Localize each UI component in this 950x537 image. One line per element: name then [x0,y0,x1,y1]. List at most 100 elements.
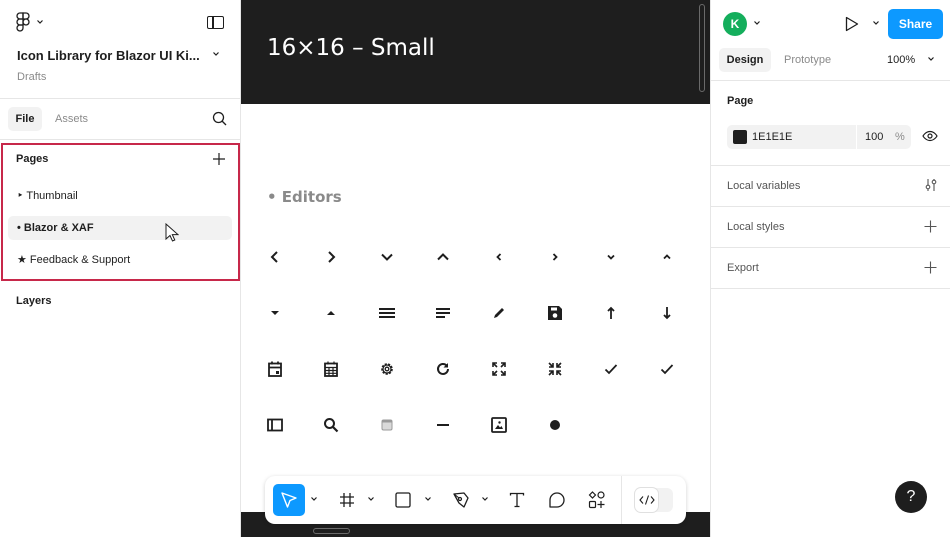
divider [856,125,857,149]
chevron-right-icon[interactable] [321,247,341,267]
save-icon[interactable] [545,303,565,323]
plus-icon[interactable] [924,261,937,274]
check-icon[interactable] [601,359,621,379]
zoom-level[interactable]: 100% [887,48,915,72]
menu-icon[interactable] [377,303,397,323]
layers-heading: Layers [16,295,52,307]
pen-tool-button[interactable] [445,484,477,516]
divider [0,98,240,99]
calendar-day-icon[interactable] [265,359,285,379]
page-item-feedback-support[interactable]: ★ Feedback & Support [8,248,232,272]
chevron-right-small-icon[interactable] [545,247,565,267]
tab-design[interactable]: Design [719,48,771,72]
export-heading[interactable]: Export [727,262,759,274]
page-item-blazor-xaf[interactable]: • Blazor & XAF [8,216,232,240]
expand-icon[interactable] [489,359,509,379]
dev-mode-knob [635,488,658,512]
chevron-down-icon[interactable] [211,50,221,58]
vertical-scrollbar[interactable] [699,4,705,92]
align-left-icon[interactable] [433,303,453,323]
image-icon[interactable] [489,415,509,435]
dev-mode-toggle[interactable] [635,488,673,512]
pencil-icon[interactable] [489,303,509,323]
figma-app: Icon Library for Blazor UI Ki... Drafts … [0,0,950,537]
section-label: • Editors [267,188,342,206]
rectangle-tool-button[interactable] [387,484,419,516]
canvas[interactable]: 16×16 – Small • Editors [241,0,710,537]
dot-icon[interactable] [545,415,565,435]
chevron-down-icon[interactable] [424,496,432,502]
text-tool-button[interactable] [501,484,533,516]
chevron-down-icon [37,20,43,24]
toggle-sidebar-icon[interactable] [207,16,224,29]
caret-up-icon[interactable] [321,303,341,323]
chevron-down-icon[interactable] [367,496,375,502]
figma-logo-icon [16,12,30,32]
file-title[interactable]: Icon Library for Blazor UI Ki... [17,48,200,63]
file-location[interactable]: Drafts [17,71,46,83]
plus-icon[interactable] [924,220,937,233]
main-menu-button[interactable] [16,12,44,32]
tab-prototype[interactable]: Prototype [784,48,831,72]
search-icon[interactable] [212,111,227,126]
sliders-icon[interactable] [924,178,938,192]
add-page-icon[interactable] [212,152,226,166]
local-styles-heading[interactable]: Local styles [727,221,784,233]
color-swatch[interactable] [733,130,747,144]
pages-heading: Pages [16,153,49,165]
chevron-left-small-icon[interactable] [489,247,509,267]
share-button[interactable]: Share [888,9,943,39]
chevron-down-small-icon[interactable] [601,247,621,267]
move-tool-button[interactable] [273,484,305,516]
local-variables-heading[interactable]: Local variables [727,180,800,192]
chevron-down-icon[interactable] [377,247,397,267]
present-play-icon[interactable] [844,16,860,32]
chevron-down-icon[interactable] [927,56,935,62]
refresh-icon[interactable] [433,359,453,379]
frame-tool-button[interactable] [331,484,363,516]
chevron-up-small-icon[interactable] [657,247,677,267]
tab-assets[interactable]: Assets [55,107,88,131]
page-fill-row[interactable]: 1E1E1E 100 % [727,125,911,149]
divider [711,288,950,289]
chevron-down-icon[interactable] [310,496,318,502]
pen-icon [453,492,469,508]
calendar-icon[interactable] [321,359,341,379]
eye-icon[interactable] [922,130,938,142]
shapes-plus-icon [588,491,605,509]
help-button[interactable]: ? [895,481,927,513]
left-sidebar: Icon Library for Blazor UI Ki... Drafts … [0,0,241,537]
window-icon[interactable] [377,415,397,435]
gear-icon[interactable] [377,359,397,379]
chevron-down-icon[interactable] [753,20,761,26]
caret-down-icon[interactable] [265,303,285,323]
frame-header: 16×16 – Small [241,0,710,104]
move-cursor-icon [281,492,297,508]
collapse-icon[interactable] [545,359,565,379]
chevron-up-icon[interactable] [433,247,453,267]
arrow-down-icon[interactable] [657,303,677,323]
search-icon[interactable] [321,415,341,435]
avatar[interactable]: K [723,12,747,36]
bottom-toolbar [265,476,686,524]
fill-opacity-input[interactable]: 100 [865,125,883,149]
divider [711,247,950,248]
tab-file[interactable]: File [8,107,42,131]
arrow-up-icon[interactable] [601,303,621,323]
page-item-thumbnail[interactable]: ‣ Thumbnail [8,184,232,208]
check-icon[interactable] [657,359,677,379]
chevron-down-icon[interactable] [872,20,880,26]
mouse-cursor-icon [165,223,179,242]
sidebar-panel-icon[interactable] [265,415,285,435]
divider [711,80,950,81]
chevron-left-icon[interactable] [265,247,285,267]
fill-hex-input[interactable]: 1E1E1E [752,125,792,149]
actions-tool-button[interactable] [581,484,613,516]
chevron-down-icon[interactable] [481,496,489,502]
horizontal-scrollbar[interactable] [313,528,350,534]
frame-hash-icon [340,493,354,507]
minus-icon[interactable] [433,415,453,435]
rectangle-icon [395,492,411,508]
opacity-unit: % [895,131,905,143]
comment-tool-button[interactable] [541,484,573,516]
